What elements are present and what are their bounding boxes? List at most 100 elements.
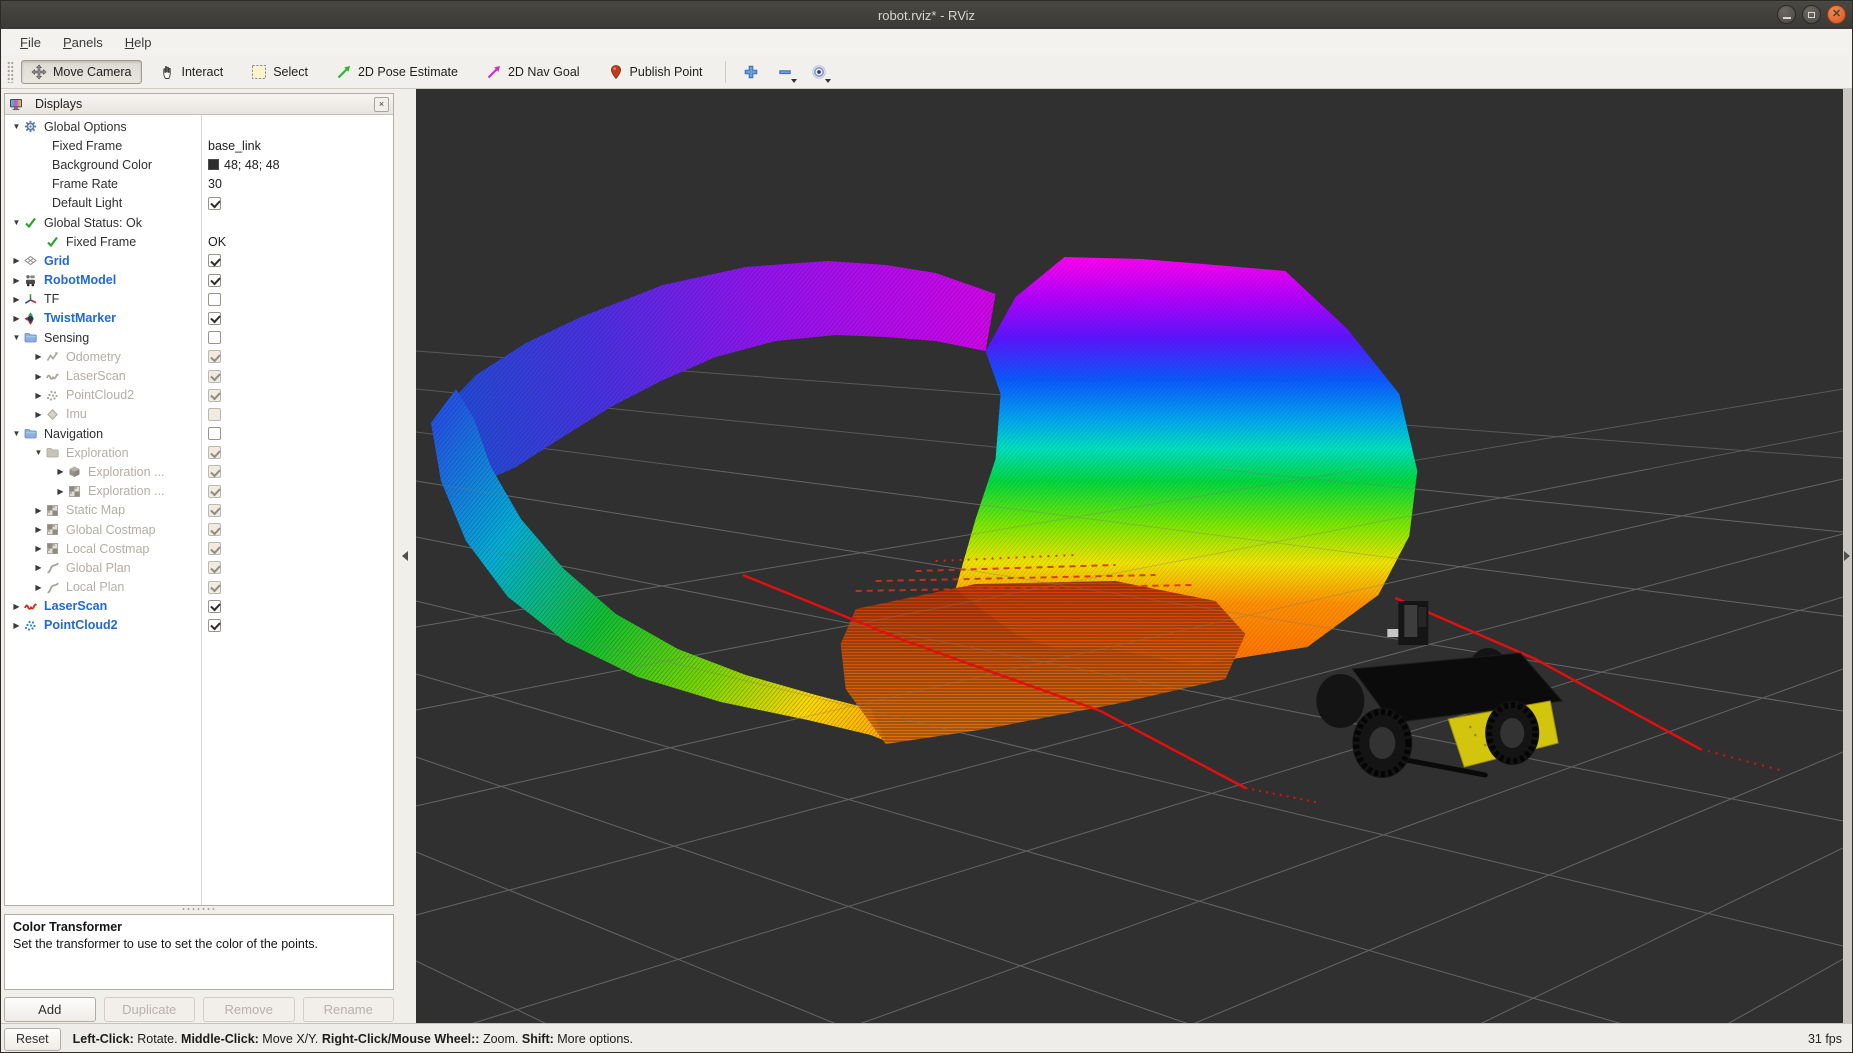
close-button[interactable]: ✕ [1827, 5, 1846, 24]
pointcloud-scene[interactable] [416, 89, 1843, 1023]
expand-arrow-icon[interactable]: ▶ [9, 314, 24, 323]
tree-row-local-plan[interactable]: ▶Local Plan [5, 578, 393, 597]
tree-row-odometry[interactable]: ▶Odometry [5, 347, 393, 366]
tree-row-navigation[interactable]: ▼Navigation [5, 424, 393, 443]
tree-row-laserscan[interactable]: ▶LaserScan [5, 366, 393, 385]
tree-row-global-costmap[interactable]: ▶Global Costmap [5, 520, 393, 539]
maximize-button[interactable] [1802, 5, 1821, 24]
tree-row-static-map[interactable]: ▶Static Map [5, 501, 393, 520]
focus-camera-button[interactable] [805, 59, 833, 85]
displays-panel-close-button[interactable]: × [374, 97, 389, 112]
tree-row-local-costmap[interactable]: ▶Local Costmap [5, 539, 393, 558]
menu-item-help[interactable]: Help [114, 32, 163, 53]
visibility-checkbox[interactable] [208, 370, 221, 383]
tree-row-exploration[interactable]: ▶Exploration ... [5, 462, 393, 481]
visibility-checkbox[interactable] [208, 293, 221, 306]
expand-arrow-icon[interactable]: ▶ [9, 256, 24, 265]
visibility-checkbox[interactable] [208, 274, 221, 287]
property-value[interactable]: 30 [208, 177, 222, 191]
expand-arrow-icon[interactable]: ▶ [31, 352, 46, 361]
collapse-arrow-icon[interactable]: ▼ [9, 429, 24, 438]
add-button[interactable]: Add [4, 997, 96, 1022]
color-swatch[interactable] [208, 159, 219, 170]
expand-arrow-icon[interactable]: ▶ [9, 602, 24, 611]
tree-row-twistmarker[interactable]: ▶TwistMarker [5, 309, 393, 328]
visibility-checkbox[interactable] [208, 197, 221, 210]
reset-button[interactable]: Reset [4, 1028, 61, 1051]
menu-item-panels[interactable]: Panels [52, 32, 114, 53]
tree-row-exploration[interactable]: ▶Exploration ... [5, 482, 393, 501]
visibility-checkbox[interactable] [208, 446, 221, 459]
tree-row-default-light[interactable]: Default Light [5, 194, 393, 213]
expand-arrow-icon[interactable]: ▶ [31, 506, 46, 515]
tool-publish-point[interactable]: Publish Point [598, 60, 713, 84]
tree-row-exploration[interactable]: ▼Exploration [5, 443, 393, 462]
tree-row-pointcloud2[interactable]: ▶PointCloud2 [5, 386, 393, 405]
visibility-checkbox[interactable] [208, 542, 221, 555]
tree-row-fixed-frame[interactable]: Fixed FrameOK [5, 232, 393, 251]
right-splitter-arrow-icon[interactable] [1844, 551, 1850, 561]
tree-row-global-status-ok[interactable]: ▼Global Status: Ok [5, 213, 393, 232]
tree-row-background-color[interactable]: Background Color48; 48; 48 [5, 155, 393, 174]
add-tool-plus-button[interactable] [737, 59, 765, 85]
visibility-checkbox[interactable] [208, 427, 221, 440]
tool-2d-nav-goal[interactable]: 2D Nav Goal [476, 60, 590, 84]
visibility-checkbox[interactable] [208, 561, 221, 574]
collapse-arrow-icon[interactable]: ▼ [9, 333, 24, 342]
collapse-arrow-icon[interactable]: ▼ [9, 122, 24, 131]
expand-arrow-icon[interactable]: ▶ [31, 391, 46, 400]
panel-splitter-handle[interactable] [181, 907, 215, 911]
collapse-arrow-icon[interactable]: ▼ [9, 218, 24, 227]
tree-row-imu[interactable]: ▶Imu [5, 405, 393, 424]
expand-arrow-icon[interactable]: ▶ [31, 563, 46, 572]
visibility-checkbox[interactable] [208, 389, 221, 402]
visibility-checkbox[interactable] [208, 581, 221, 594]
tree-row-sensing[interactable]: ▼Sensing [5, 328, 393, 347]
property-value[interactable]: OK [208, 235, 226, 249]
visibility-checkbox[interactable] [208, 504, 221, 517]
remove-tool-minus-button[interactable] [771, 59, 799, 85]
tree-row-global-options[interactable]: ▼Global Options [5, 117, 393, 136]
minimize-button[interactable] [1777, 5, 1796, 24]
expand-arrow-icon[interactable]: ▶ [31, 525, 46, 534]
visibility-checkbox[interactable] [208, 485, 221, 498]
visibility-checkbox[interactable] [208, 350, 221, 363]
menu-item-file[interactable]: File [9, 32, 52, 53]
viewport-3d[interactable] [416, 89, 1843, 1023]
expand-arrow-icon[interactable]: ▶ [31, 372, 46, 381]
expand-arrow-icon[interactable]: ▶ [53, 487, 68, 496]
expand-arrow-icon[interactable]: ▶ [9, 621, 24, 630]
visibility-checkbox[interactable] [208, 600, 221, 613]
tool-2d-pose-estimate[interactable]: 2D Pose Estimate [326, 60, 468, 84]
collapse-arrow-icon[interactable]: ▼ [31, 448, 46, 457]
expand-arrow-icon[interactable]: ▶ [9, 276, 24, 285]
displays-panel-titlebar[interactable]: Displays × [5, 94, 393, 115]
tree-row-robotmodel[interactable]: ▶RobotModel [5, 271, 393, 290]
visibility-checkbox[interactable] [208, 619, 221, 632]
tool-move-camera[interactable]: Move Camera [21, 60, 142, 84]
property-value[interactable]: base_link [208, 139, 261, 153]
tree-row-global-plan[interactable]: ▶Global Plan [5, 558, 393, 577]
toolbar-grip-handle[interactable] [7, 61, 14, 83]
tree-row-grid[interactable]: ▶Grid [5, 251, 393, 270]
visibility-checkbox[interactable] [208, 254, 221, 267]
expand-arrow-icon[interactable]: ▶ [31, 410, 46, 419]
tool-interact[interactable]: Interact [150, 60, 234, 84]
visibility-checkbox[interactable] [208, 408, 221, 421]
expand-arrow-icon[interactable]: ▶ [9, 295, 24, 304]
tree-row-pointcloud2[interactable]: ▶PointCloud2 [5, 616, 393, 635]
expand-arrow-icon[interactable]: ▶ [31, 544, 46, 553]
tree-row-laserscan[interactable]: ▶LaserScan [5, 597, 393, 616]
left-splitter-arrow-icon[interactable] [402, 551, 408, 561]
tree-row-frame-rate[interactable]: Frame Rate30 [5, 175, 393, 194]
visibility-checkbox[interactable] [208, 523, 221, 536]
visibility-checkbox[interactable] [208, 465, 221, 478]
tree-row-tf[interactable]: ▶TF [5, 290, 393, 309]
property-value[interactable]: 48; 48; 48 [224, 158, 280, 172]
expand-arrow-icon[interactable]: ▶ [53, 467, 68, 476]
expand-arrow-icon[interactable]: ▶ [31, 583, 46, 592]
tool-select[interactable]: Select [241, 60, 318, 84]
visibility-checkbox[interactable] [208, 312, 221, 325]
visibility-checkbox[interactable] [208, 331, 221, 344]
tree-row-fixed-frame[interactable]: Fixed Framebase_link [5, 136, 393, 155]
